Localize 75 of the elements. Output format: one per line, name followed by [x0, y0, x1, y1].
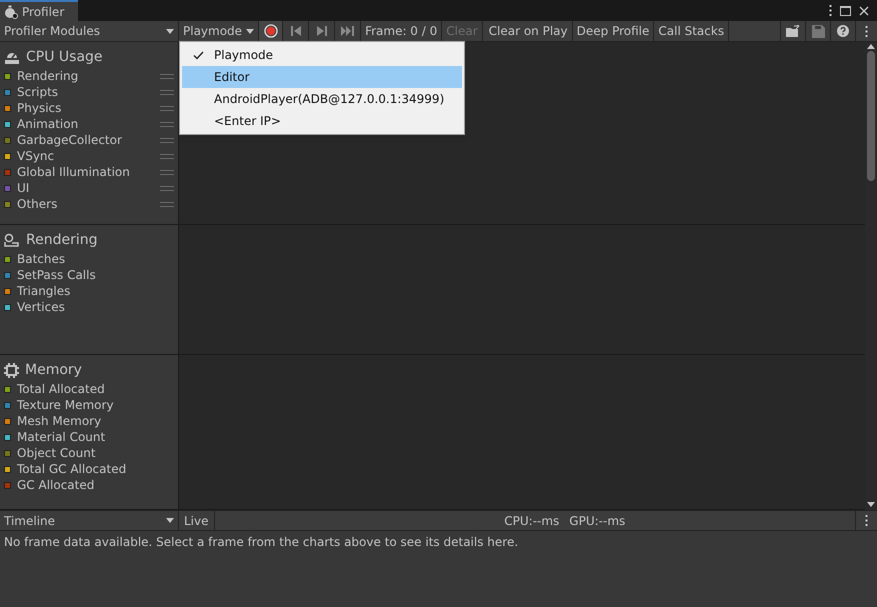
maximize-button[interactable] [840, 6, 851, 16]
toolbar-button[interactable]: Deep Profile [572, 21, 654, 41]
series-label[interactable]: Scripts [17, 83, 154, 101]
series-label[interactable]: Others [17, 195, 154, 213]
menu-item[interactable]: AndroidPlayer(ADB@127.0.0.1:34999) [182, 88, 462, 110]
more-icon [829, 5, 832, 16]
modules-dropdown[interactable]: Profiler Modules [0, 21, 179, 41]
module-title[interactable]: CPU Usage [26, 46, 103, 68]
details-message: No frame data available. Select a frame from the charts above to see its details here. [4, 535, 518, 549]
scroll-up-icon [867, 44, 875, 49]
drag-handle-icon[interactable] [160, 138, 174, 142]
series-label[interactable]: Vertices [17, 298, 174, 316]
drag-handle-icon[interactable] [160, 122, 174, 126]
help-icon [837, 25, 849, 37]
window-tab[interactable]: Profiler [0, 0, 78, 21]
record-icon [264, 24, 278, 38]
series-label[interactable]: Total Allocated [17, 380, 174, 398]
series-label[interactable]: Total GC Allocated [17, 460, 174, 478]
series-label[interactable]: Rendering [17, 67, 154, 85]
drag-handle-icon[interactable] [160, 106, 174, 110]
gpu-time: GPU:--ms [569, 512, 626, 530]
module-title[interactable]: Memory [25, 360, 82, 380]
module-title[interactable]: Rendering [26, 230, 98, 250]
folder-icon [786, 24, 800, 38]
series-label[interactable]: Texture Memory [17, 396, 174, 414]
series-label[interactable]: Animation [17, 115, 154, 133]
more-icon [865, 26, 868, 36]
chip-icon [4, 362, 19, 378]
series-label[interactable]: Triangles [17, 282, 174, 300]
rendering-icon [4, 232, 20, 248]
series-label[interactable]: Global Illumination [17, 163, 154, 181]
series-label[interactable]: SetPass Calls [17, 266, 174, 284]
drag-handle-icon[interactable] [160, 154, 174, 158]
menu-item-label: <Enter IP> [214, 113, 281, 130]
scroll-down-icon [867, 502, 875, 507]
scrollbar[interactable] [865, 42, 877, 510]
drag-handle-icon[interactable] [160, 186, 174, 190]
menu-item[interactable]: Playmode [182, 44, 462, 66]
close-button[interactable] [859, 6, 869, 16]
toolbar-button[interactable]: Clear on Play [484, 21, 573, 41]
series-label[interactable]: Object Count [17, 444, 174, 462]
close-icon [859, 6, 869, 16]
check-icon [192, 50, 204, 60]
series-label[interactable]: Physics [17, 99, 154, 117]
menu-item-label: Editor [214, 69, 250, 86]
caret-icon [246, 28, 254, 34]
menu-item-label: Playmode [214, 47, 274, 64]
drag-handle-icon[interactable] [160, 202, 174, 206]
scrollbar-thumb[interactable] [867, 51, 875, 181]
skip-back-icon [290, 26, 301, 36]
live-button[interactable]: Live [179, 511, 215, 530]
fast-forward-icon [340, 26, 355, 36]
series-label[interactable]: VSync [17, 147, 154, 165]
series-label[interactable]: GC Allocated [17, 476, 174, 494]
series-label[interactable]: Material Count [17, 428, 174, 446]
step-forward-icon [316, 26, 327, 36]
menu-item-label: AndroidPlayer(ADB@127.0.0.1:34999) [214, 91, 444, 108]
series-label[interactable]: Mesh Memory [17, 412, 174, 430]
view-dropdown[interactable]: Timeline [0, 511, 179, 530]
drag-handle-icon[interactable] [160, 74, 174, 78]
menu-item[interactable]: Editor [182, 66, 462, 88]
record-button[interactable] [259, 21, 284, 41]
stopwatch-icon [4, 4, 18, 18]
drag-handle-icon[interactable] [160, 170, 174, 174]
cpu-time: CPU:--ms [504, 512, 560, 530]
menu-item[interactable]: <Enter IP> [182, 110, 462, 132]
more-icon [865, 515, 868, 526]
drag-handle-icon[interactable] [160, 90, 174, 94]
caret-icon [166, 28, 174, 34]
toolbar-button[interactable]: Call Stacks [654, 21, 730, 41]
caret-icon [166, 518, 174, 523]
series-label[interactable]: GarbageCollector [17, 131, 154, 149]
more-button[interactable] [829, 5, 832, 16]
series-label[interactable]: Batches [17, 250, 174, 268]
series-label[interactable]: UI [17, 179, 154, 197]
